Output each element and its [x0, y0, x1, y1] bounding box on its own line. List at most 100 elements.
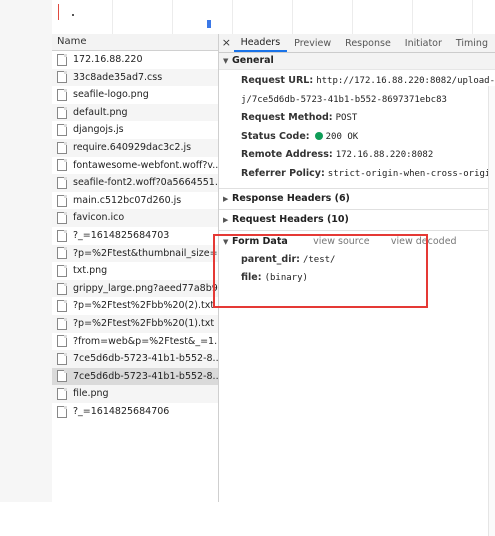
request-list-item[interactable]: require.640929dac3c2.js — [52, 138, 218, 157]
request-name-label: file.png — [73, 388, 109, 400]
file-icon — [57, 282, 67, 295]
file-icon — [57, 352, 67, 365]
request-name-label: ?from=web&p=%2Ftest&_=1... — [73, 335, 218, 347]
request-list-item[interactable]: seafile-logo.png — [52, 86, 218, 104]
tab-initiator[interactable]: Initiator — [398, 35, 449, 52]
response-headers-section[interactable]: ▶ Response Headers (6) — [219, 189, 495, 210]
request-name-label: seafile-font2.woff?0a5664551... — [73, 177, 218, 189]
file-icon — [57, 194, 67, 207]
remote-address-value: 172.16.88.220:8082 — [335, 150, 434, 161]
response-headers-title: Response Headers (6) — [232, 192, 350, 204]
request-list-item[interactable]: favicon.ico — [52, 209, 218, 227]
request-list-item[interactable]: ?p=%2Ftest%2Fbb%20(1).txt — [52, 314, 218, 333]
timeline-grid-line — [352, 0, 353, 34]
request-name-label: default.png — [73, 106, 128, 118]
file-icon — [57, 317, 67, 330]
timeline-grid-line — [472, 0, 473, 34]
remote-address-row: Remote Address: 172.16.88.220:8082 — [219, 146, 495, 165]
name-column-header[interactable]: Name — [52, 34, 218, 51]
status-ok-icon — [314, 131, 323, 140]
request-list-item[interactable]: 33c8ade35ad7.css — [52, 68, 218, 87]
file-icon — [57, 229, 67, 242]
status-code-key: Status Code: — [241, 130, 310, 142]
file-icon — [57, 388, 67, 401]
request-name-label: 33c8ade35ad7.css — [73, 71, 163, 83]
request-method-row: Request Method: POST — [219, 109, 495, 128]
left-gutter — [0, 0, 53, 502]
tab-response[interactable]: Response — [338, 35, 398, 52]
request-url-key: Request URL: — [241, 75, 314, 86]
timeline-grid-line — [412, 0, 413, 34]
request-list-item[interactable]: grippy_large.png?aeed77a8b9... — [52, 279, 218, 298]
request-list-item[interactable]: ?_=1614825684703 — [52, 227, 218, 245]
request-list-item[interactable]: file.png — [52, 385, 218, 403]
request-name-label: ?p=%2Ftest%2Fbb%20(2).txt — [73, 300, 215, 312]
request-name-label: favicon.ico — [73, 212, 125, 224]
request-url-value: http://172.16.88.220:8082/upload-a — [316, 76, 495, 86]
referrer-policy-row: Referrer Policy: strict-origin-when-cros… — [219, 165, 495, 184]
request-url-continuation: j/7ce5d6db-5723-41b1-b552-8697371ebc83 — [219, 91, 495, 110]
request-url-continuation-text: j/7ce5d6db-5723-41b1-b552-8697371ebc83 — [241, 94, 447, 105]
request-name-label: main.c512bc07d260.js — [73, 194, 182, 206]
request-name-label: seafile-logo.png — [73, 89, 149, 101]
request-list-item[interactable]: ?p=%2Ftest%2Fbb%20(2).txt — [52, 297, 218, 315]
request-list-item[interactable]: djangojs.js — [52, 121, 218, 139]
request-list-item[interactable]: txt.png — [52, 262, 218, 280]
request-list-panel: Name 172.16.88.220 33c8ade35ad7.css seafil… — [52, 34, 219, 502]
request-list-item[interactable]: 172.16.88.220 — [52, 51, 218, 69]
collapse-triangle-icon: ▶ — [223, 215, 229, 224]
file-icon — [57, 88, 67, 101]
request-method-key: Request Method: — [241, 112, 333, 124]
detail-tabs: × Headers Preview Response Initiator Tim… — [219, 34, 495, 53]
request-list-item[interactable]: ?p=%2Ftest&thumbnail_size=... — [52, 244, 218, 263]
file-icon — [57, 370, 67, 383]
file-icon — [57, 264, 67, 277]
file-icon — [57, 124, 67, 137]
file-icon — [57, 247, 67, 260]
timeline-grid-line — [112, 0, 113, 34]
tab-headers[interactable]: Headers — [233, 35, 288, 52]
request-name-label: require.640929dac3c2.js — [73, 141, 192, 153]
request-url-row: Request URL: http://172.16.88.220:8082/u… — [219, 72, 495, 91]
timeline-overview[interactable] — [52, 0, 495, 35]
request-headers-title: Request Headers (10) — [232, 213, 349, 225]
detail-scrollbar[interactable] — [488, 86, 495, 536]
status-code-value: 200 OK — [325, 131, 359, 142]
request-list-item[interactable]: seafile-font2.woff?0a5664551... — [52, 174, 218, 192]
request-list-item[interactable]: ?from=web&p=%2Ftest&_=1... — [52, 333, 218, 351]
request-list-item[interactable]: 7ce5d6db-5723-41b1-b552-8... — [52, 350, 218, 368]
request-list-item[interactable]: ?_=1614825684706 — [52, 403, 218, 421]
request-list-item[interactable]: default.png — [52, 103, 218, 122]
general-title: General — [232, 55, 274, 66]
general-section-header[interactable]: ▼ General — [219, 53, 495, 70]
referrer-policy-value: strict-origin-when-cross-origin — [327, 168, 495, 179]
request-name-label: fontawesome-webfont.woff?v... — [73, 159, 218, 171]
request-list-item[interactable]: 7ce5d6db-5723-41b1-b552-8... — [52, 367, 218, 386]
file-icon — [57, 159, 67, 172]
request-name-label: 7ce5d6db-5723-41b1-b552-8... — [73, 353, 218, 365]
expand-triangle-icon: ▼ — [223, 57, 229, 65]
request-headers-section[interactable]: ▶ Request Headers (10) — [219, 210, 495, 231]
request-list-item[interactable]: fontawesome-webfont.woff?v... — [52, 157, 218, 175]
timeline-grid-line — [232, 0, 233, 34]
file-icon — [57, 71, 67, 84]
file-icon — [57, 335, 67, 348]
timeline-request-dot — [72, 14, 74, 16]
request-name-label: txt.png — [73, 265, 108, 277]
request-name-label: 172.16.88.220 — [73, 54, 143, 65]
request-name-label: djangojs.js — [73, 124, 124, 136]
request-method-value: POST — [335, 113, 358, 124]
request-name-label: ?p=%2Ftest&thumbnail_size=... — [73, 247, 218, 259]
highlight-annotation-box — [213, 234, 428, 308]
referrer-policy-key: Referrer Policy: — [241, 167, 325, 179]
tab-preview[interactable]: Preview — [287, 35, 338, 52]
close-detail-icon[interactable]: × — [219, 34, 234, 52]
request-list-item[interactable]: main.c512bc07d260.js — [52, 192, 218, 210]
file-icon — [57, 300, 67, 313]
file-icon — [57, 141, 67, 154]
collapse-triangle-icon: ▶ — [223, 194, 229, 203]
status-code-row: Status Code: 200 OK — [219, 128, 495, 147]
request-name-label: grippy_large.png?aeed77a8b9... — [73, 282, 218, 294]
timeline-grid-line — [172, 0, 173, 34]
tab-timing[interactable]: Timing — [449, 35, 495, 52]
